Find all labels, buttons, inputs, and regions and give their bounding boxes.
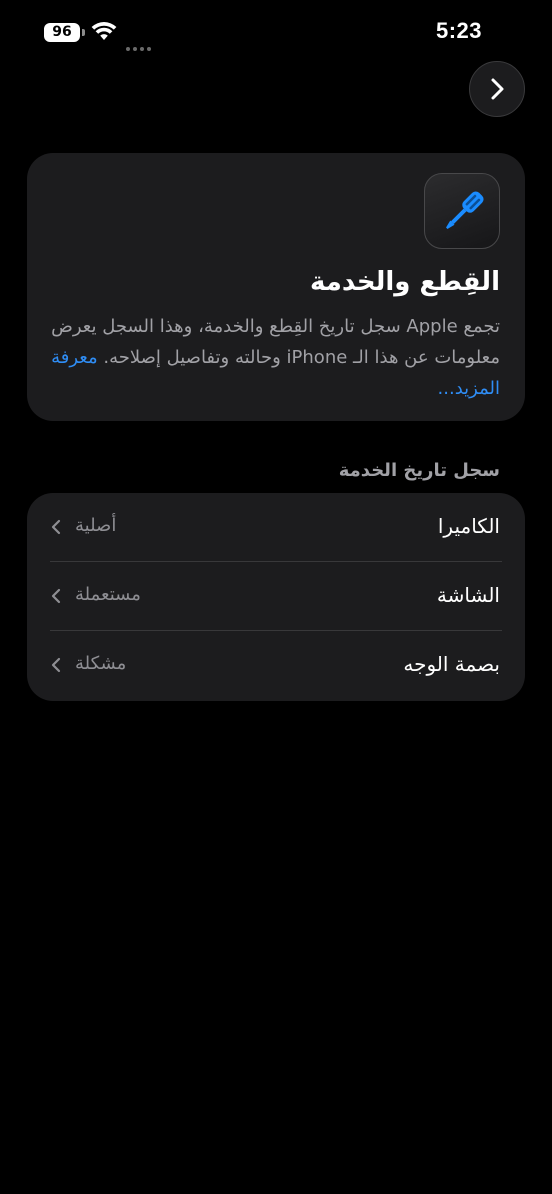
battery-indicator: 96 [44,23,80,42]
description-text: تجمع Apple سجل تاريخ القِطع والخدمة، وهذ… [51,316,500,368]
battery-level: 96 [52,24,72,40]
list-item-camera[interactable]: الكاميرا أصلية [27,493,525,562]
chevron-left-icon [51,588,61,604]
app-icon [424,173,500,249]
list-item-label: الشاشة [436,583,500,607]
list-item-face-id[interactable]: بصمة الوجه مشكلة [27,631,525,700]
screwdriver-icon [446,191,484,229]
service-history-list: الكاميرا أصلية الشاشة مستعملة بصمة الوجه… [27,493,525,701]
cellular-signal-icon [126,36,156,51]
list-item-status: مشكلة [75,653,127,674]
status-bar: 96 5:23 [0,0,552,66]
list-item-status: مستعملة [75,584,141,605]
parts-and-service-card: القِطع والخدمة تجمع Apple سجل تاريخ القِ… [27,153,525,421]
forward-button[interactable] [469,61,525,117]
wifi-icon [91,22,117,40]
status-time: 5:23 [435,18,482,43]
chevron-left-icon [51,519,61,535]
chevron-right-icon [491,78,504,100]
list-item-status: أصلية [75,515,117,536]
list-item-display[interactable]: الشاشة مستعملة [27,562,525,631]
list-item-label: بصمة الوجه [403,652,500,676]
battery-tip [82,29,85,36]
chevron-left-icon [51,657,61,673]
list-item-label: الكاميرا [437,514,500,538]
service-history-heading: سجل تاريخ الخدمة [338,460,500,481]
page-title: القِطع والخدمة [310,267,500,297]
page-description: تجمع Apple سجل تاريخ القِطع والخدمة، وهذ… [50,311,500,404]
